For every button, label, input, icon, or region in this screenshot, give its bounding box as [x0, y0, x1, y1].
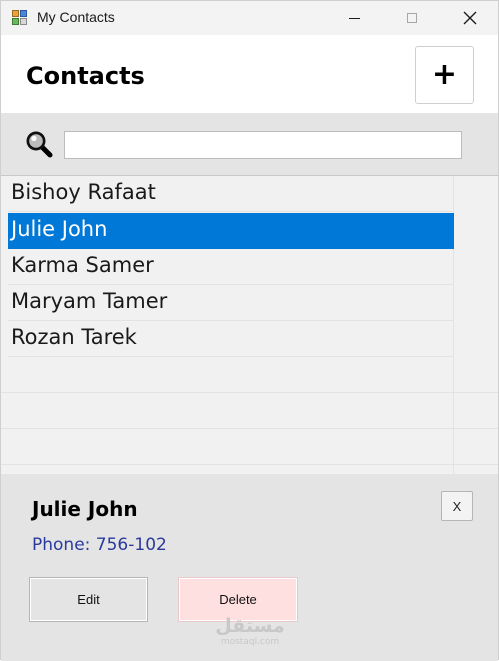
empty-row [1, 429, 498, 465]
minimize-icon [348, 17, 360, 19]
list-item[interactable]: Rozan Tarek [8, 321, 454, 357]
detail-phone: Phone: 756-102 [32, 535, 167, 555]
app-window: My Contacts Contacts + Bishoy Rafaat Jul… [0, 0, 499, 661]
watermark-mark: مستقل [215, 615, 285, 637]
header: Contacts + [1, 35, 498, 113]
list-item[interactable]: Karma Samer [8, 249, 454, 285]
contact-name: Karma Samer [11, 253, 154, 277]
empty-row [1, 393, 498, 429]
contact-name: Maryam Tamer [11, 289, 168, 313]
search-bar [1, 113, 498, 175]
maximize-button[interactable] [389, 1, 435, 35]
window-title: My Contacts [37, 9, 115, 25]
contact-name: Rozan Tarek [11, 325, 137, 349]
contact-details-panel: Julie John Phone: 756-102 X Edit Delete … [1, 474, 498, 661]
contacts-list[interactable]: Bishoy Rafaat Julie John Karma Samer Mar… [1, 175, 498, 474]
contact-name: Bishoy Rafaat [11, 180, 156, 204]
search-icon [26, 131, 53, 158]
maximize-icon [407, 13, 417, 23]
watermark: مستقل mostaql.com [215, 616, 285, 652]
title-bar[interactable]: My Contacts [1, 1, 498, 35]
search-input[interactable] [64, 131, 462, 159]
edit-button[interactable]: Edit [29, 577, 148, 622]
list-item[interactable]: Maryam Tamer [8, 285, 454, 321]
watermark-text: mostaql.com [220, 637, 280, 647]
minimize-button[interactable] [331, 1, 377, 35]
contact-name: Julie John [11, 217, 108, 241]
page-title: Contacts [26, 62, 145, 90]
app-icon [12, 10, 28, 26]
close-details-button[interactable]: X [441, 491, 473, 521]
empty-row [1, 357, 498, 393]
detail-name: Julie John [32, 497, 138, 521]
close-window-button[interactable] [447, 1, 493, 35]
list-item[interactable]: Bishoy Rafaat [8, 176, 454, 212]
close-icon [463, 11, 477, 25]
list-item-selected[interactable]: Julie John [8, 213, 454, 249]
add-contact-button[interactable]: + [415, 46, 474, 104]
